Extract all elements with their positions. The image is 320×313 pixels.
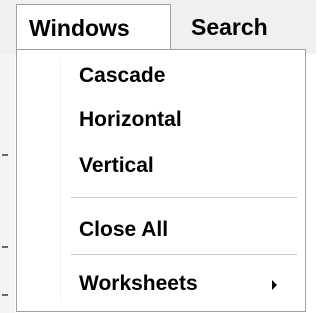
menu-bar: Windows Search bbox=[0, 0, 316, 54]
application-window: Windows Search Cascade Horizontal Vertic… bbox=[0, 0, 316, 313]
menu-item-close-all[interactable]: Close All bbox=[79, 210, 168, 250]
menu-icon-gutter bbox=[60, 58, 61, 303]
menu-windows[interactable]: Windows bbox=[16, 4, 171, 50]
background-window-edge bbox=[0, 54, 15, 313]
windows-dropdown-menu: Cascade Horizontal Vertical Close All Wo… bbox=[16, 49, 306, 312]
menu-search[interactable]: Search bbox=[173, 4, 293, 50]
menu-item-vertical[interactable]: Vertical bbox=[79, 146, 154, 186]
chevron-right-icon bbox=[272, 280, 277, 290]
menu-item-cascade[interactable]: Cascade bbox=[79, 56, 165, 96]
edge-mark bbox=[2, 294, 8, 296]
edge-mark bbox=[2, 154, 8, 156]
menu-item-horizontal[interactable]: Horizontal bbox=[79, 100, 182, 140]
edge-mark bbox=[2, 246, 8, 248]
menu-separator bbox=[71, 254, 297, 255]
menu-item-worksheets[interactable]: Worksheets bbox=[79, 264, 198, 304]
menu-separator bbox=[71, 197, 297, 198]
